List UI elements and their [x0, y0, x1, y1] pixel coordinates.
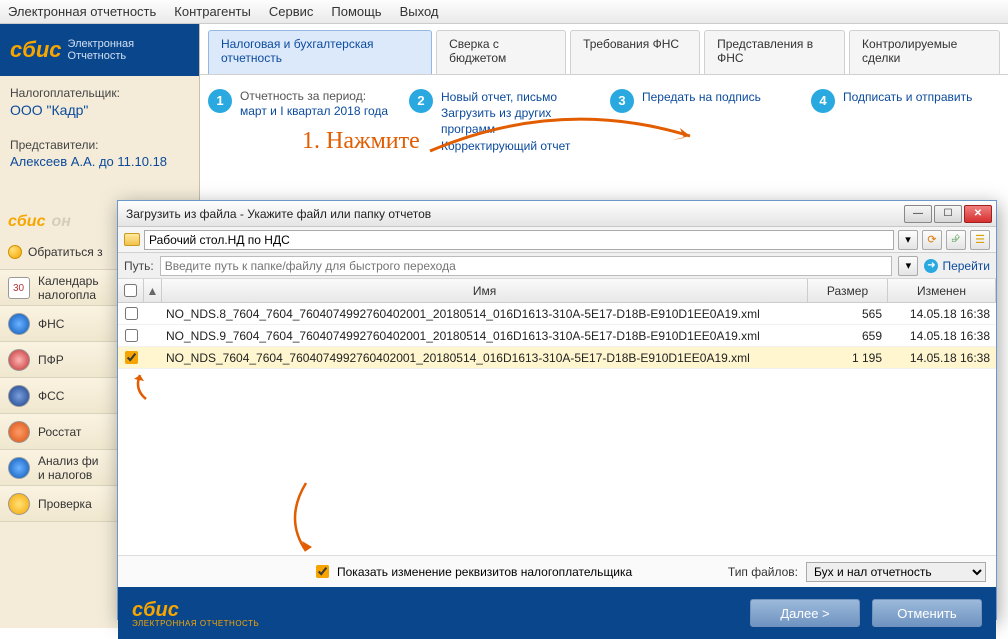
breadcrumb-input[interactable]	[144, 230, 894, 250]
step2-load-link[interactable]: Загрузить из других программ	[441, 106, 598, 137]
logo-tagline: ЭлектроннаяОтчетность	[68, 38, 135, 62]
step-number-icon: 4	[811, 89, 835, 113]
maximize-button[interactable]: ☐	[934, 205, 962, 223]
dialog-footer: сбис ЭЛЕКТРОННАЯ ОТЧЕТНОСТЬ Далее > Отме…	[118, 587, 996, 639]
filetype-select[interactable]: Бух и нал отчетность	[806, 562, 986, 582]
file-modified: 14.05.18 16:38	[888, 351, 996, 365]
tabs: Налоговая и бухгалтерская отчетность Све…	[200, 30, 1008, 75]
step3-sign-link[interactable]: Передать на подпись	[642, 90, 761, 106]
path-input[interactable]	[160, 256, 893, 276]
step4-send-link[interactable]: Подписать и отправить	[843, 90, 972, 106]
folder-icon	[124, 233, 140, 246]
dropdown-button[interactable]: ▾	[898, 230, 918, 250]
menu-item[interactable]: Сервис	[269, 4, 314, 19]
taxpayer-label: Налогоплательщик:	[10, 86, 189, 100]
step2-correction-link[interactable]: Корректирующий отчет	[441, 139, 598, 155]
step2-new-report-link[interactable]: Новый отчет, письмо	[441, 90, 598, 106]
sidebar-item-label: Анализ фи и налогов	[38, 454, 98, 482]
col-modified[interactable]: Изменен	[888, 279, 996, 302]
representative-label: Представители:	[10, 138, 189, 152]
annotation-arrow-icon	[278, 479, 328, 559]
sidebar-icon	[8, 385, 30, 407]
file-size: 1 195	[808, 351, 888, 365]
minimize-button[interactable]: —	[904, 205, 932, 223]
dialog-title: Загрузить из файла - Укажите файл или па…	[126, 207, 904, 221]
file-name: NO_NDS.8_7604_7604_7604074992760402001_2…	[162, 307, 808, 321]
footer-tagline: ЭЛЕКТРОННАЯ ОТЧЕТНОСТЬ	[132, 619, 259, 628]
file-grid-header: ▲ Имя Размер Изменен	[118, 279, 996, 303]
cancel-button[interactable]: Отменить	[872, 599, 982, 627]
sidebar-item-label: ПФР	[38, 353, 64, 367]
sidebar-icon	[8, 277, 30, 299]
sidebar-icon	[8, 313, 30, 335]
menu-item[interactable]: Контрагенты	[174, 4, 251, 19]
annotation-arrow-icon	[124, 371, 164, 401]
load-file-dialog: Загрузить из файла - Укажите файл или па…	[117, 200, 997, 620]
menu-item[interactable]: Электронная отчетность	[8, 4, 156, 19]
file-row[interactable]: NO_NDS.9_7604_7604_7604074992760402001_2…	[118, 325, 996, 347]
logo-brand: сбис	[10, 37, 62, 63]
menubar: Электронная отчетность Контрагенты Серви…	[0, 0, 1008, 24]
file-row[interactable]: NO_NDS.8_7604_7604_7604074992760402001_2…	[118, 303, 996, 325]
support-icon	[8, 245, 22, 259]
menu-item[interactable]: Помощь	[331, 4, 381, 19]
file-row[interactable]: NO_NDS_7604_7604_7604074992760402001_201…	[118, 347, 996, 369]
file-name: NO_NDS_7604_7604_7604074992760402001_201…	[162, 351, 808, 365]
refresh-button[interactable]: ⟳	[922, 230, 942, 250]
sidebar-icon	[8, 493, 30, 515]
row-checkbox[interactable]	[125, 351, 138, 364]
sort-indicator-icon[interactable]: ▲	[144, 279, 162, 302]
sidebar-item-label: Росстат	[38, 425, 81, 439]
file-modified: 14.05.18 16:38	[888, 307, 996, 321]
up-folder-button[interactable]: ⮵	[946, 230, 966, 250]
row-checkbox[interactable]	[125, 307, 138, 320]
sidebar-icon	[8, 349, 30, 371]
taxpayer-link[interactable]: ООО "Кадр"	[10, 102, 189, 118]
tab-tax-reporting[interactable]: Налоговая и бухгалтерская отчетность	[208, 30, 432, 74]
filetype-label: Тип файлов:	[728, 565, 798, 579]
menu-item[interactable]: Выход	[400, 4, 439, 19]
select-all-checkbox[interactable]	[124, 284, 137, 297]
go-arrow-icon: ➜	[924, 259, 938, 273]
sidebar-item-label: Проверка	[38, 497, 92, 511]
col-size[interactable]: Размер	[808, 279, 888, 302]
sidebar-icon	[8, 421, 30, 443]
tab-fns-submissions[interactable]: Представления в ФНС	[704, 30, 845, 74]
file-size: 659	[808, 329, 888, 343]
row-checkbox[interactable]	[125, 329, 138, 342]
sidebar-item-label: Календарь налогопла	[38, 274, 99, 302]
path-dropdown-button[interactable]: ▾	[898, 256, 918, 276]
sidebar-icon	[8, 457, 30, 479]
step-number-icon: 1	[208, 89, 232, 113]
path-label: Путь:	[124, 259, 154, 273]
sidebar-item-label: ФСС	[38, 389, 64, 403]
show-changes-checkbox[interactable]	[316, 565, 329, 578]
tab-budget-reconcile[interactable]: Сверка с бюджетом	[436, 30, 566, 74]
annotation-note-1: 1. Нажмите	[302, 128, 420, 155]
go-button[interactable]: ➜Перейти	[924, 259, 990, 273]
step1-title: Отчетность за период:	[240, 89, 388, 103]
tab-fns-requirements[interactable]: Требования ФНС	[570, 30, 700, 74]
show-changes-label: Показать изменение реквизитов налогоплат…	[337, 565, 632, 579]
file-size: 565	[808, 307, 888, 321]
view-button[interactable]: ☰	[970, 230, 990, 250]
file-modified: 14.05.18 16:38	[888, 329, 996, 343]
dialog-titlebar: Загрузить из файла - Укажите файл или па…	[118, 201, 996, 227]
col-name[interactable]: Имя	[162, 279, 808, 302]
app-logo: сбис ЭлектроннаяОтчетность	[0, 24, 199, 76]
sidebar-item-label: ФНС	[38, 317, 64, 331]
tab-controlled-deals[interactable]: Контролируемые сделки	[849, 30, 1000, 74]
file-name: NO_NDS.9_7604_7604_7604074992760402001_2…	[162, 329, 808, 343]
next-button[interactable]: Далее >	[750, 599, 860, 627]
representative-link[interactable]: Алексеев А.А. до 11.10.18	[10, 154, 189, 169]
close-button[interactable]: ✕	[964, 205, 992, 223]
step1-period-link[interactable]: март и I квартал 2018 года	[240, 104, 388, 120]
step-number-icon: 3	[610, 89, 634, 113]
step-number-icon: 2	[409, 89, 433, 113]
